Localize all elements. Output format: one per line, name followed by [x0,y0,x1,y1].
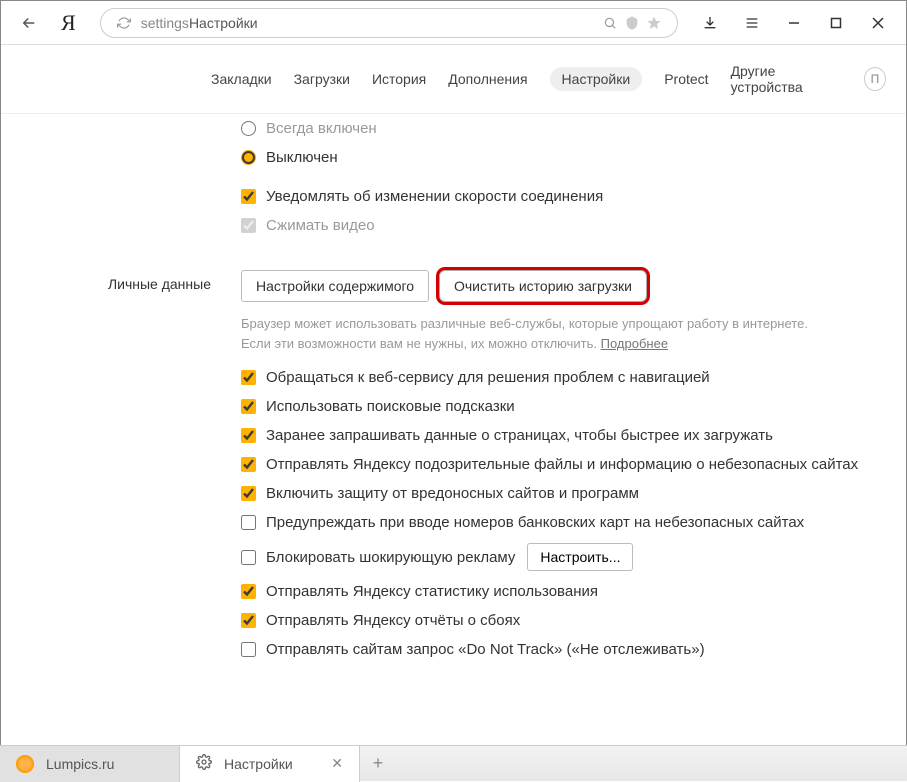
tab-settings[interactable]: Настройки ✕ [180,746,360,782]
nav-bookmarks[interactable]: Закладки [211,71,272,87]
nav-settings[interactable]: Настройки [550,67,643,91]
turbo-always-row[interactable]: Всегда включен [1,114,906,143]
turbo-off-radio[interactable] [241,150,256,165]
new-tab-button[interactable]: + [360,753,396,774]
opt-malware-checkbox[interactable] [241,486,256,501]
back-button[interactable] [9,3,49,43]
maximize-button[interactable] [816,3,856,43]
opt-navigation-row[interactable]: Обращаться к веб-сервису для решения про… [1,363,906,392]
tab-lumpics-label: Lumpics.ru [46,756,114,772]
close-button[interactable] [858,3,898,43]
nav-history[interactable]: История [372,71,426,87]
section-title: Личные данные [1,270,241,292]
opt-crash-label: Отправлять Яндексу отчёты о сбоях [266,612,520,629]
compress-video-row[interactable]: Сжимать видео [1,211,906,240]
shield-icon[interactable] [621,15,643,31]
notify-speed-label: Уведомлять об изменении скорости соедине… [266,188,603,205]
opt-suggest-row[interactable]: Использовать поисковые подсказки [1,392,906,421]
section-hint: Браузер может использовать различные веб… [241,314,841,353]
opt-suspicious-label: Отправлять Яндексу подозрительные файлы … [266,456,858,473]
opt-stats-row[interactable]: Отправлять Яндексу статистику использова… [1,577,906,606]
tab-strip: Lumpics.ru Настройки ✕ + [0,745,907,781]
more-link[interactable]: Подробнее [601,336,668,351]
nav-devices[interactable]: Другие устройства [731,63,842,95]
menu-icon[interactable] [732,3,772,43]
nav-protect[interactable]: Protect [664,71,708,87]
opt-ads-row: Блокировать шокирующую рекламу Настроить… [1,537,906,577]
url-title: Настройки [189,15,258,31]
opt-dnt-label: Отправлять сайтам запрос «Do Not Track» … [266,641,705,658]
gear-icon [196,754,212,773]
tab-settings-label: Настройки [224,756,293,772]
bookmark-star-icon[interactable] [643,15,665,31]
opt-suggest-label: Использовать поисковые подсказки [266,398,515,415]
notify-speed-row[interactable]: Уведомлять об изменении скорости соедине… [1,182,906,211]
clear-history-button[interactable]: Очистить историю загрузки [439,270,647,302]
nav-addons[interactable]: Дополнения [448,71,527,87]
opt-cards-label: Предупреждать при вводе номеров банковск… [266,514,804,531]
opt-ads-label: Блокировать шокирующую рекламу [266,549,515,566]
content-settings-button[interactable]: Настройки содержимого [241,270,429,302]
settings-content[interactable]: Всегда включен Выключен Уведомлять об из… [1,114,906,716]
lumpics-favicon [16,755,34,773]
opt-suggest-checkbox[interactable] [241,399,256,414]
downloads-icon[interactable] [690,3,730,43]
turbo-off-label: Выключен [266,149,338,166]
opt-crash-checkbox[interactable] [241,613,256,628]
compress-video-checkbox[interactable] [241,218,256,233]
opt-navigation-label: Обращаться к веб-сервису для решения про… [266,369,710,386]
opt-dnt-checkbox[interactable] [241,642,256,657]
url-prefix: settings [141,15,189,31]
turbo-always-label: Всегда включен [266,120,377,137]
opt-suspicious-checkbox[interactable] [241,457,256,472]
opt-prefetch-label: Заранее запрашивать данные о страницах, … [266,427,773,444]
opt-cards-row[interactable]: Предупреждать при вводе номеров банковск… [1,508,906,537]
turbo-off-row[interactable]: Выключен [1,143,906,172]
opt-suspicious-row[interactable]: Отправлять Яндексу подозрительные файлы … [1,450,906,479]
opt-cards-checkbox[interactable] [241,515,256,530]
opt-ads-checkbox[interactable] [241,550,256,565]
opt-malware-row[interactable]: Включить защиту от вредоносных сайтов и … [1,479,906,508]
settings-nav: Закладки Загрузки История Дополнения Нас… [1,45,906,114]
search-icon[interactable] [599,16,621,30]
notify-speed-checkbox[interactable] [241,189,256,204]
opt-prefetch-row[interactable]: Заранее запрашивать данные о страницах, … [1,421,906,450]
opt-stats-label: Отправлять Яндексу статистику использова… [266,583,598,600]
opt-prefetch-checkbox[interactable] [241,428,256,443]
tab-close-icon[interactable]: ✕ [331,755,343,772]
tab-lumpics[interactable]: Lumpics.ru [0,746,180,782]
opt-crash-row[interactable]: Отправлять Яндексу отчёты о сбоях [1,606,906,635]
personal-data-section: Личные данные Настройки содержимого Очис… [1,240,906,363]
compress-video-label: Сжимать видео [266,217,375,234]
nav-downloads[interactable]: Загрузки [294,71,350,87]
turbo-always-radio[interactable] [241,121,256,136]
address-bar[interactable]: settings Настройки [100,8,678,38]
titlebar: Я settings Настройки [1,1,906,45]
minimize-button[interactable] [774,3,814,43]
user-avatar[interactable]: П [864,67,886,91]
yandex-logo[interactable]: Я [49,10,88,36]
opt-malware-label: Включить защиту от вредоносных сайтов и … [266,485,639,502]
opt-dnt-row[interactable]: Отправлять сайтам запрос «Do Not Track» … [1,635,906,664]
opt-navigation-checkbox[interactable] [241,370,256,385]
opt-stats-checkbox[interactable] [241,584,256,599]
reload-icon[interactable] [113,16,135,30]
ads-configure-button[interactable]: Настроить... [527,543,633,571]
